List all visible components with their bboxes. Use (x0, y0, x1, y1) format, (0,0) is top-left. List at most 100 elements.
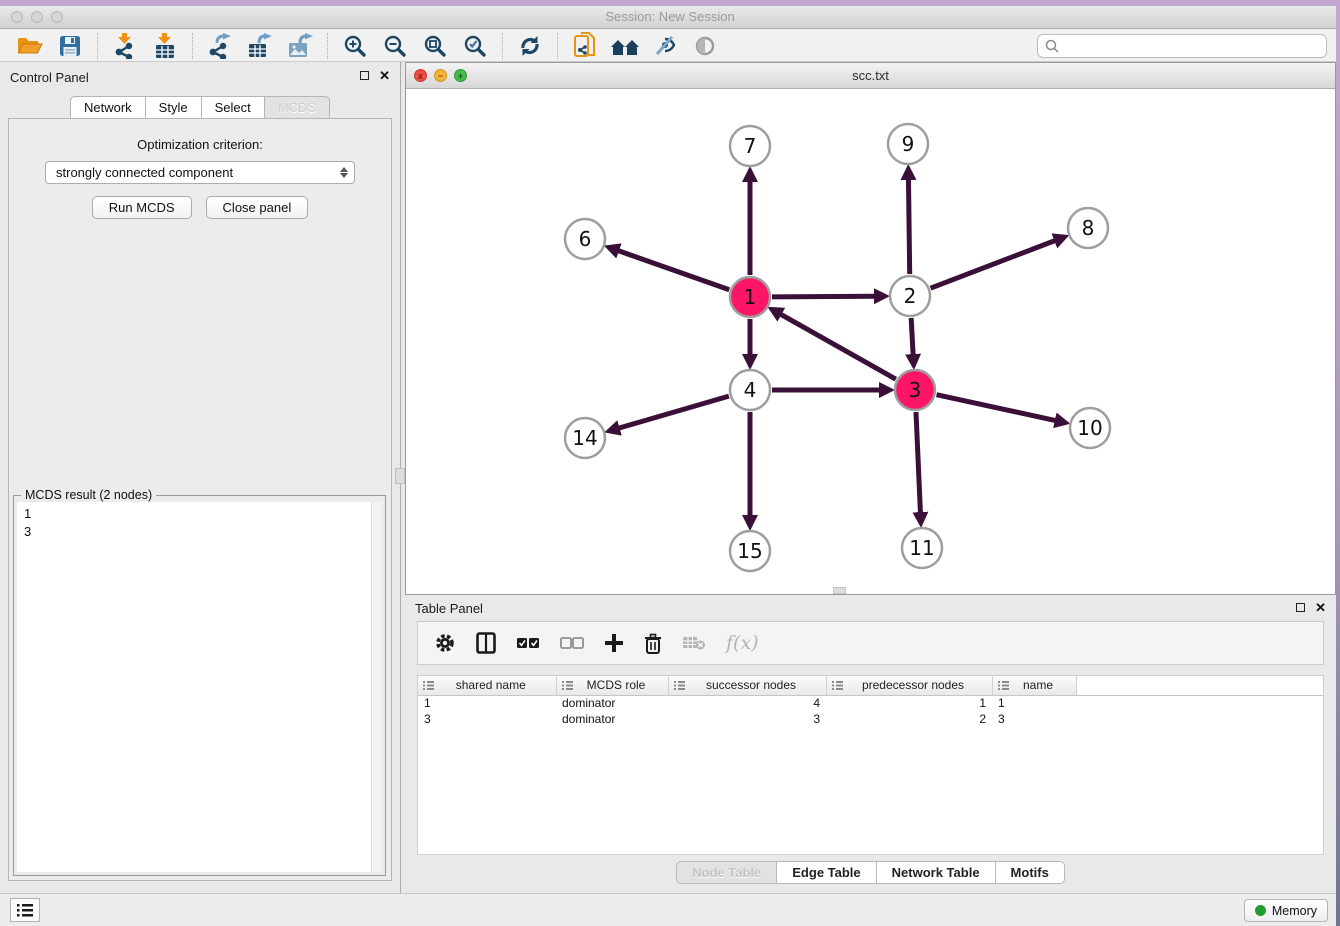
graph-node-label: 6 (579, 227, 592, 251)
sort-column-icon[interactable] (423, 680, 434, 691)
tab-motifs[interactable]: Motifs (996, 861, 1065, 884)
toolbar-separator (327, 33, 328, 59)
graph-edge-3-10[interactable] (936, 395, 1056, 421)
table-panel-title: Table Panel (415, 601, 483, 616)
table-cell: 1 (992, 695, 1076, 711)
import-table-button[interactable] (150, 32, 180, 60)
close-table-panel-icon[interactable]: ✕ (1315, 602, 1326, 613)
window-controls (11, 11, 63, 23)
tab-node-table[interactable]: Node Table (676, 861, 777, 884)
hide-selected-button[interactable] (650, 32, 680, 60)
delete-column-button[interactable] (644, 630, 662, 656)
select-stepper-icon (340, 167, 348, 178)
zoom-out-button[interactable] (380, 32, 410, 60)
export-table-icon (247, 33, 273, 59)
table-cell: 2 (826, 711, 992, 727)
result-scrollbar[interactable] (371, 502, 382, 872)
tab-edge-table[interactable]: Edge Table (777, 861, 876, 884)
graph-edge-2-8[interactable] (931, 240, 1057, 288)
tab-network[interactable]: Network (70, 96, 146, 119)
open-session-button[interactable] (15, 32, 45, 60)
run-mcds-button[interactable]: Run MCDS (92, 196, 192, 219)
sort-column-icon[interactable] (998, 680, 1009, 691)
apply-function-button[interactable]: f(x) (726, 630, 759, 656)
show-all-button[interactable] (690, 32, 720, 60)
network-view-window: x − + scc.txt 7968124314101511 (405, 62, 1336, 595)
criterion-select[interactable]: strongly connected component (45, 161, 355, 184)
graph-node-label: 14 (572, 426, 597, 450)
clone-network-button[interactable] (570, 32, 600, 60)
memory-button[interactable]: Memory (1244, 899, 1328, 922)
column-header[interactable]: successor nodes (668, 676, 826, 695)
sort-column-icon[interactable] (832, 680, 843, 691)
network-maximize-button[interactable]: + (454, 69, 467, 82)
graph-node-label: 4 (744, 378, 757, 402)
save-session-button[interactable] (55, 32, 85, 60)
tab-select[interactable]: Select (202, 96, 265, 119)
desktop-edge-right (1336, 0, 1340, 926)
graph-edge-2-9[interactable] (908, 178, 909, 274)
graph-node-label: 8 (1082, 216, 1095, 240)
table-settings-button[interactable] (434, 630, 456, 656)
column-header[interactable]: MCDS role (556, 676, 668, 695)
deselect-all-button[interactable] (560, 630, 584, 656)
horizontal-divider-handle[interactable] (833, 587, 846, 594)
export-network-button[interactable] (205, 32, 235, 60)
column-header[interactable]: name (992, 676, 1076, 695)
delete-table-button[interactable] (682, 630, 706, 656)
graph-edge-1-2[interactable] (772, 296, 876, 297)
table-cell: dominator (556, 695, 668, 711)
close-panel-button[interactable]: Close panel (206, 196, 309, 219)
toolbar-search (1037, 34, 1327, 58)
zoom-selected-button[interactable] (460, 32, 490, 60)
close-panel-icon[interactable]: ✕ (379, 70, 390, 81)
show-columns-button[interactable] (476, 630, 496, 656)
search-input[interactable] (1061, 36, 1326, 56)
network-minimize-button[interactable]: − (434, 69, 447, 82)
column-header[interactable]: shared name (418, 676, 556, 695)
import-network-button[interactable] (110, 32, 140, 60)
export-image-button[interactable] (285, 32, 315, 60)
float-table-panel-icon[interactable] (1296, 603, 1305, 612)
task-history-button[interactable] (10, 898, 40, 922)
table-cell: dominator (556, 711, 668, 727)
desktop-edge-top (0, 0, 1340, 6)
graph-edge-1-6[interactable] (617, 250, 729, 289)
maximize-window-button[interactable] (51, 11, 63, 23)
minimize-window-button[interactable] (31, 11, 43, 23)
zoom-fit-button[interactable] (420, 32, 450, 60)
column-header[interactable]: predecessor nodes (826, 676, 992, 695)
sort-column-icon[interactable] (674, 680, 685, 691)
sort-column-icon[interactable] (562, 680, 573, 691)
table-cell: 4 (668, 695, 826, 711)
network-close-button[interactable]: x (414, 69, 427, 82)
graph-edge-3-1[interactable] (780, 314, 896, 380)
zoom-out-icon (383, 34, 407, 58)
control-panel-tabs: Network Style Select MCDS (0, 96, 400, 119)
tab-mcds[interactable]: MCDS (265, 96, 330, 119)
toolbar-separator (502, 33, 503, 59)
select-all-button[interactable] (516, 630, 540, 656)
first-neighbors-button[interactable] (610, 32, 640, 60)
graph-edge-4-14[interactable] (618, 396, 729, 428)
column-header-label: predecessor nodes (849, 678, 992, 692)
add-column-button[interactable] (604, 630, 624, 656)
float-panel-icon[interactable] (360, 71, 369, 80)
export-table-button[interactable] (245, 32, 275, 60)
panel-divider-handle[interactable] (395, 468, 405, 484)
tab-network-table[interactable]: Network Table (877, 861, 996, 884)
network-canvas[interactable]: 7968124314101511 (406, 89, 1335, 594)
tab-style[interactable]: Style (146, 96, 202, 119)
select-all-icon (516, 636, 540, 650)
list-icon (17, 903, 33, 917)
refresh-layout-button[interactable] (515, 32, 545, 60)
search-icon (1044, 38, 1061, 55)
table-row[interactable]: 1dominator411 (418, 695, 1323, 711)
graph-edge-2-3[interactable] (911, 318, 913, 356)
close-window-button[interactable] (11, 11, 23, 23)
graph-edge-3-11[interactable] (916, 412, 921, 514)
table-row[interactable]: 3dominator323 (418, 711, 1323, 727)
table-cell: 3 (992, 711, 1076, 727)
zoom-in-button[interactable] (340, 32, 370, 60)
toolbar-separator (97, 33, 98, 59)
